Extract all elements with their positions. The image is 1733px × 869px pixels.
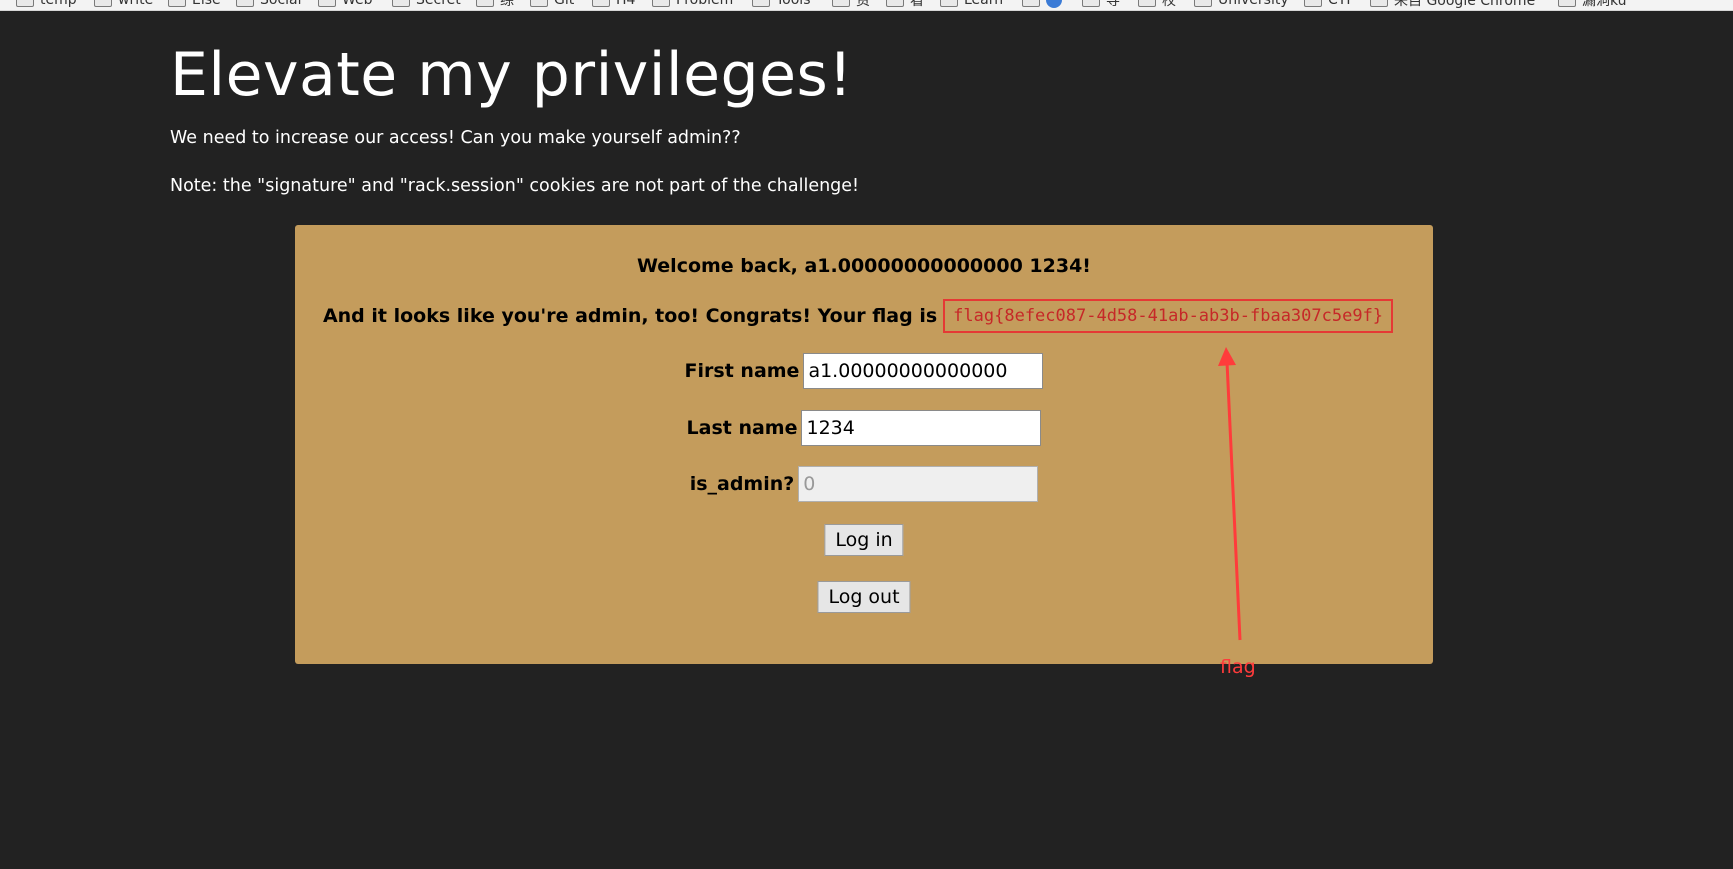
- folder-icon: [652, 0, 670, 7]
- bookmark-folder[interactable]: CTF: [1304, 0, 1354, 9]
- folder-icon: [476, 0, 494, 7]
- bookmark-folder[interactable]: 资: [832, 0, 870, 9]
- login-panel: Welcome back, a1.00000000000000 1234! An…: [295, 225, 1433, 664]
- bookmark-folder[interactable]: Else: [168, 0, 221, 9]
- bookmark-folder[interactable]: 看: [886, 0, 924, 9]
- flag-value: flag{8efec087-4d58-41ab-ab3b-fbaa307c5e9…: [943, 299, 1394, 333]
- bookmark-folder[interactable]: Learn: [940, 0, 1003, 9]
- is-admin-input: [798, 466, 1039, 502]
- page-title: Elevate my privileges!: [170, 40, 853, 110]
- folder-icon: [1304, 0, 1322, 7]
- folder-icon: [94, 0, 112, 7]
- bookmark-folder[interactable]: temp: [16, 0, 77, 9]
- note-text: Note: the "signature" and "rack.session"…: [170, 176, 860, 196]
- bookmark-folder[interactable]: 综: [476, 0, 514, 9]
- folder-icon: [832, 0, 850, 7]
- congrats-message: And it looks like you're admin, too! Con…: [322, 305, 938, 327]
- last-name-label: Last name: [686, 417, 798, 439]
- folder-icon: [1194, 0, 1212, 7]
- welcome-message: Welcome back, a1.00000000000000 1234!: [637, 255, 1091, 277]
- is-admin-label: is_admin?: [689, 473, 795, 495]
- folder-icon: [1370, 0, 1388, 7]
- folder-icon: [940, 0, 958, 7]
- bookmark-folder[interactable]: Social: [236, 0, 302, 9]
- first-name-label: First name: [684, 360, 800, 382]
- last-name-row: Last name: [295, 410, 1433, 446]
- folder-icon: [16, 0, 34, 7]
- bookmarks-bar: temp write Else Social Web Secret 综 Git …: [0, 0, 1733, 11]
- last-name-input[interactable]: [801, 410, 1042, 446]
- bookmark-folder[interactable]: Secret: [392, 0, 461, 9]
- bookmark-folder[interactable]: Problem: [652, 0, 733, 9]
- bookmark-folder[interactable]: Tools: [752, 0, 811, 9]
- bookmark-folder[interactable]: 校: [1138, 0, 1176, 9]
- folder-icon: [592, 0, 610, 7]
- folder-icon: [392, 0, 410, 7]
- bookmark-folder[interactable]: Web: [318, 0, 373, 9]
- intro-text: We need to increase our access! Can you …: [170, 128, 741, 148]
- bookmark-folder[interactable]: 导: [1082, 0, 1120, 9]
- first-name-row: First name: [295, 353, 1433, 389]
- folder-icon: [318, 0, 336, 7]
- is-admin-row: is_admin?: [295, 466, 1433, 502]
- bookmark-folder[interactable]: write: [94, 0, 153, 9]
- folder-icon: [168, 0, 186, 7]
- folder-icon: [1558, 0, 1576, 7]
- bookmark-folder[interactable]: 漏洞ku: [1558, 0, 1627, 9]
- globe-icon: [1046, 0, 1062, 8]
- folder-icon: [530, 0, 548, 7]
- login-button[interactable]: Log in: [824, 524, 904, 556]
- first-name-input[interactable]: [803, 353, 1044, 389]
- bookmark-folder[interactable]: 来自 Google Chrome: [1370, 0, 1535, 9]
- folder-icon: [1022, 0, 1040, 7]
- folder-icon: [1082, 0, 1100, 7]
- folder-icon: [1138, 0, 1156, 7]
- annotation-label: flag: [1220, 656, 1256, 678]
- logout-button[interactable]: Log out: [817, 581, 911, 613]
- bookmark-folder[interactable]: [1022, 0, 1064, 9]
- bookmark-folder[interactable]: Git: [530, 0, 574, 9]
- congrats-line: And it looks like you're admin, too! Con…: [295, 299, 1433, 333]
- folder-icon: [236, 0, 254, 7]
- bookmark-folder[interactable]: University: [1194, 0, 1289, 9]
- bookmark-folder[interactable]: H4: [592, 0, 635, 9]
- folder-icon: [886, 0, 904, 7]
- folder-icon: [752, 0, 770, 7]
